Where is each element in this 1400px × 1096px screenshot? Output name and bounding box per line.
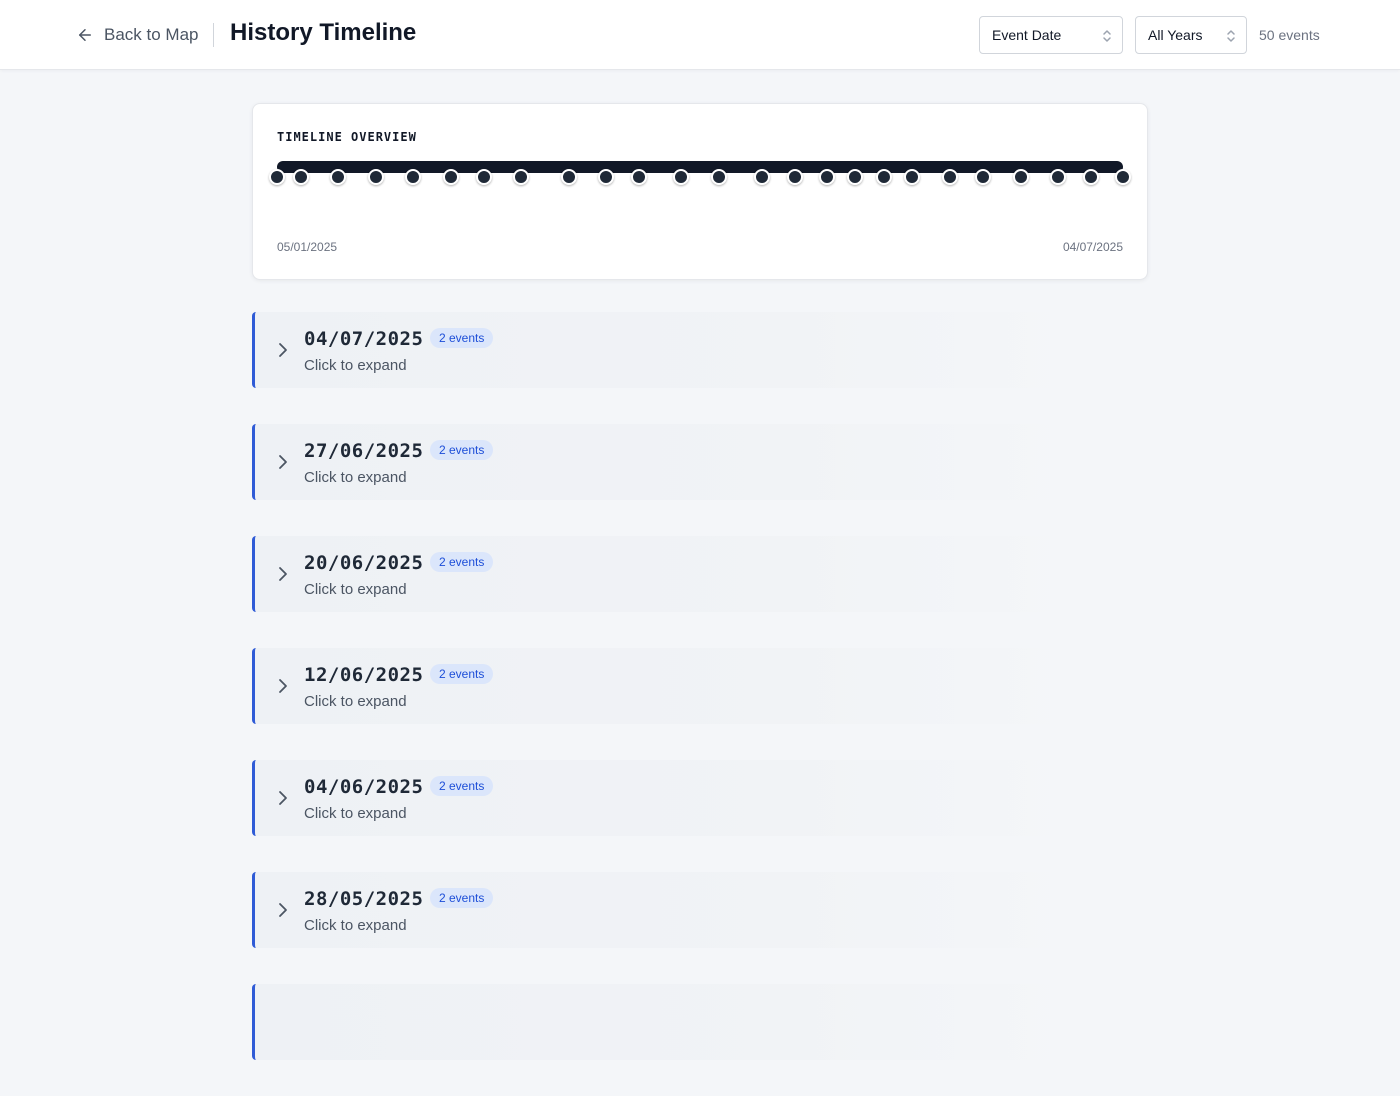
group-date: 04/07/2025 bbox=[304, 328, 424, 350]
timeline-marker[interactable] bbox=[476, 169, 493, 185]
timeline-marker[interactable] bbox=[846, 169, 863, 185]
timeline-marker[interactable] bbox=[673, 169, 690, 185]
chevron-right-icon bbox=[279, 903, 287, 917]
expand-hint: Click to expand bbox=[304, 581, 407, 598]
chevron-right-icon bbox=[279, 679, 287, 693]
event-group[interactable]: 12/06/2025 2 events Click to expand bbox=[252, 648, 1148, 724]
chevron-right-icon bbox=[279, 455, 287, 469]
sort-select-value: Event Date bbox=[992, 27, 1062, 43]
timeline-marker[interactable] bbox=[367, 169, 384, 185]
expand-hint: Click to expand bbox=[304, 469, 407, 486]
timeline-marker[interactable] bbox=[786, 169, 803, 185]
back-to-map-link[interactable]: Back to Map bbox=[76, 22, 199, 48]
timeline-marker[interactable] bbox=[292, 169, 309, 185]
timeline-marker[interactable] bbox=[1115, 169, 1131, 185]
event-count-badge: 2 events bbox=[430, 888, 494, 908]
timeline-marker[interactable] bbox=[405, 169, 422, 185]
event-group[interactable]: 04/06/2025 2 events Click to expand bbox=[252, 760, 1148, 836]
timeline-marker[interactable] bbox=[329, 169, 346, 185]
top-bar: Back to Map History Timeline Event Date … bbox=[0, 0, 1400, 70]
chevron-right-icon bbox=[279, 343, 287, 357]
event-group-partial[interactable] bbox=[252, 984, 1148, 1060]
page-title: History Timeline bbox=[230, 19, 417, 46]
timeline-marker[interactable] bbox=[941, 169, 958, 185]
timeline-marker[interactable] bbox=[1012, 169, 1029, 185]
timeline-marker[interactable] bbox=[443, 169, 460, 185]
group-date: 04/06/2025 bbox=[304, 776, 424, 798]
timeline-marker[interactable] bbox=[818, 169, 835, 185]
group-date: 20/06/2025 bbox=[304, 552, 424, 574]
arrow-left-icon bbox=[79, 29, 91, 41]
timeline-marker[interactable] bbox=[1049, 169, 1066, 185]
timeline-marker[interactable] bbox=[875, 169, 892, 185]
event-group[interactable]: 28/05/2025 2 events Click to expand bbox=[252, 872, 1148, 948]
event-group-list: 04/07/2025 2 events Click to expand 27/0… bbox=[252, 312, 1148, 1096]
event-count: 50 events bbox=[1259, 27, 1320, 43]
chevron-right-icon bbox=[279, 567, 287, 581]
expand-hint: Click to expand bbox=[304, 357, 407, 374]
timeline-marker[interactable] bbox=[631, 169, 648, 185]
timeline-overview: TIMELINE OVERVIEW 05/01/2025 04/07/2025 bbox=[252, 103, 1148, 280]
event-count-badge: 2 events bbox=[430, 776, 494, 796]
timeline-marker[interactable] bbox=[904, 169, 921, 185]
event-count-badge: 2 events bbox=[430, 552, 494, 572]
timeline-marker[interactable] bbox=[1082, 169, 1099, 185]
event-count-badge: 2 events bbox=[430, 440, 494, 460]
timeline-marker[interactable] bbox=[513, 169, 530, 185]
chevron-up-down-icon bbox=[1103, 30, 1111, 42]
year-select-value: All Years bbox=[1148, 27, 1203, 43]
timeline-track bbox=[277, 161, 1123, 173]
overview-start-date: 05/01/2025 bbox=[277, 240, 338, 254]
group-date: 12/06/2025 bbox=[304, 664, 424, 686]
event-group[interactable]: 04/07/2025 2 events Click to expand bbox=[252, 312, 1148, 388]
chevron-right-icon bbox=[279, 791, 287, 805]
event-group[interactable]: 27/06/2025 2 events Click to expand bbox=[252, 424, 1148, 500]
year-select[interactable]: All Years bbox=[1135, 16, 1247, 54]
timeline-marker[interactable] bbox=[560, 169, 577, 185]
event-count-badge: 2 events bbox=[430, 328, 494, 348]
timeline-marker[interactable] bbox=[269, 169, 285, 185]
expand-hint: Click to expand bbox=[304, 917, 407, 934]
event-count-badge: 2 events bbox=[430, 664, 494, 684]
timeline-marker[interactable] bbox=[711, 169, 728, 185]
expand-hint: Click to expand bbox=[304, 805, 407, 822]
timeline-marker[interactable] bbox=[598, 169, 615, 185]
group-date: 28/05/2025 bbox=[304, 888, 424, 910]
sort-select[interactable]: Event Date bbox=[979, 16, 1123, 54]
event-group[interactable]: 20/06/2025 2 events Click to expand bbox=[252, 536, 1148, 612]
timeline-marker[interactable] bbox=[753, 169, 770, 185]
header-divider bbox=[213, 23, 214, 47]
overview-end-date: 04/07/2025 bbox=[1062, 240, 1123, 254]
chevron-up-down-icon bbox=[1227, 30, 1235, 42]
group-date: 27/06/2025 bbox=[304, 440, 424, 462]
overview-title: TIMELINE OVERVIEW bbox=[277, 130, 417, 144]
timeline-marker[interactable] bbox=[974, 169, 991, 185]
expand-hint: Click to expand bbox=[304, 693, 407, 710]
back-to-map-label: Back to Map bbox=[104, 25, 199, 44]
